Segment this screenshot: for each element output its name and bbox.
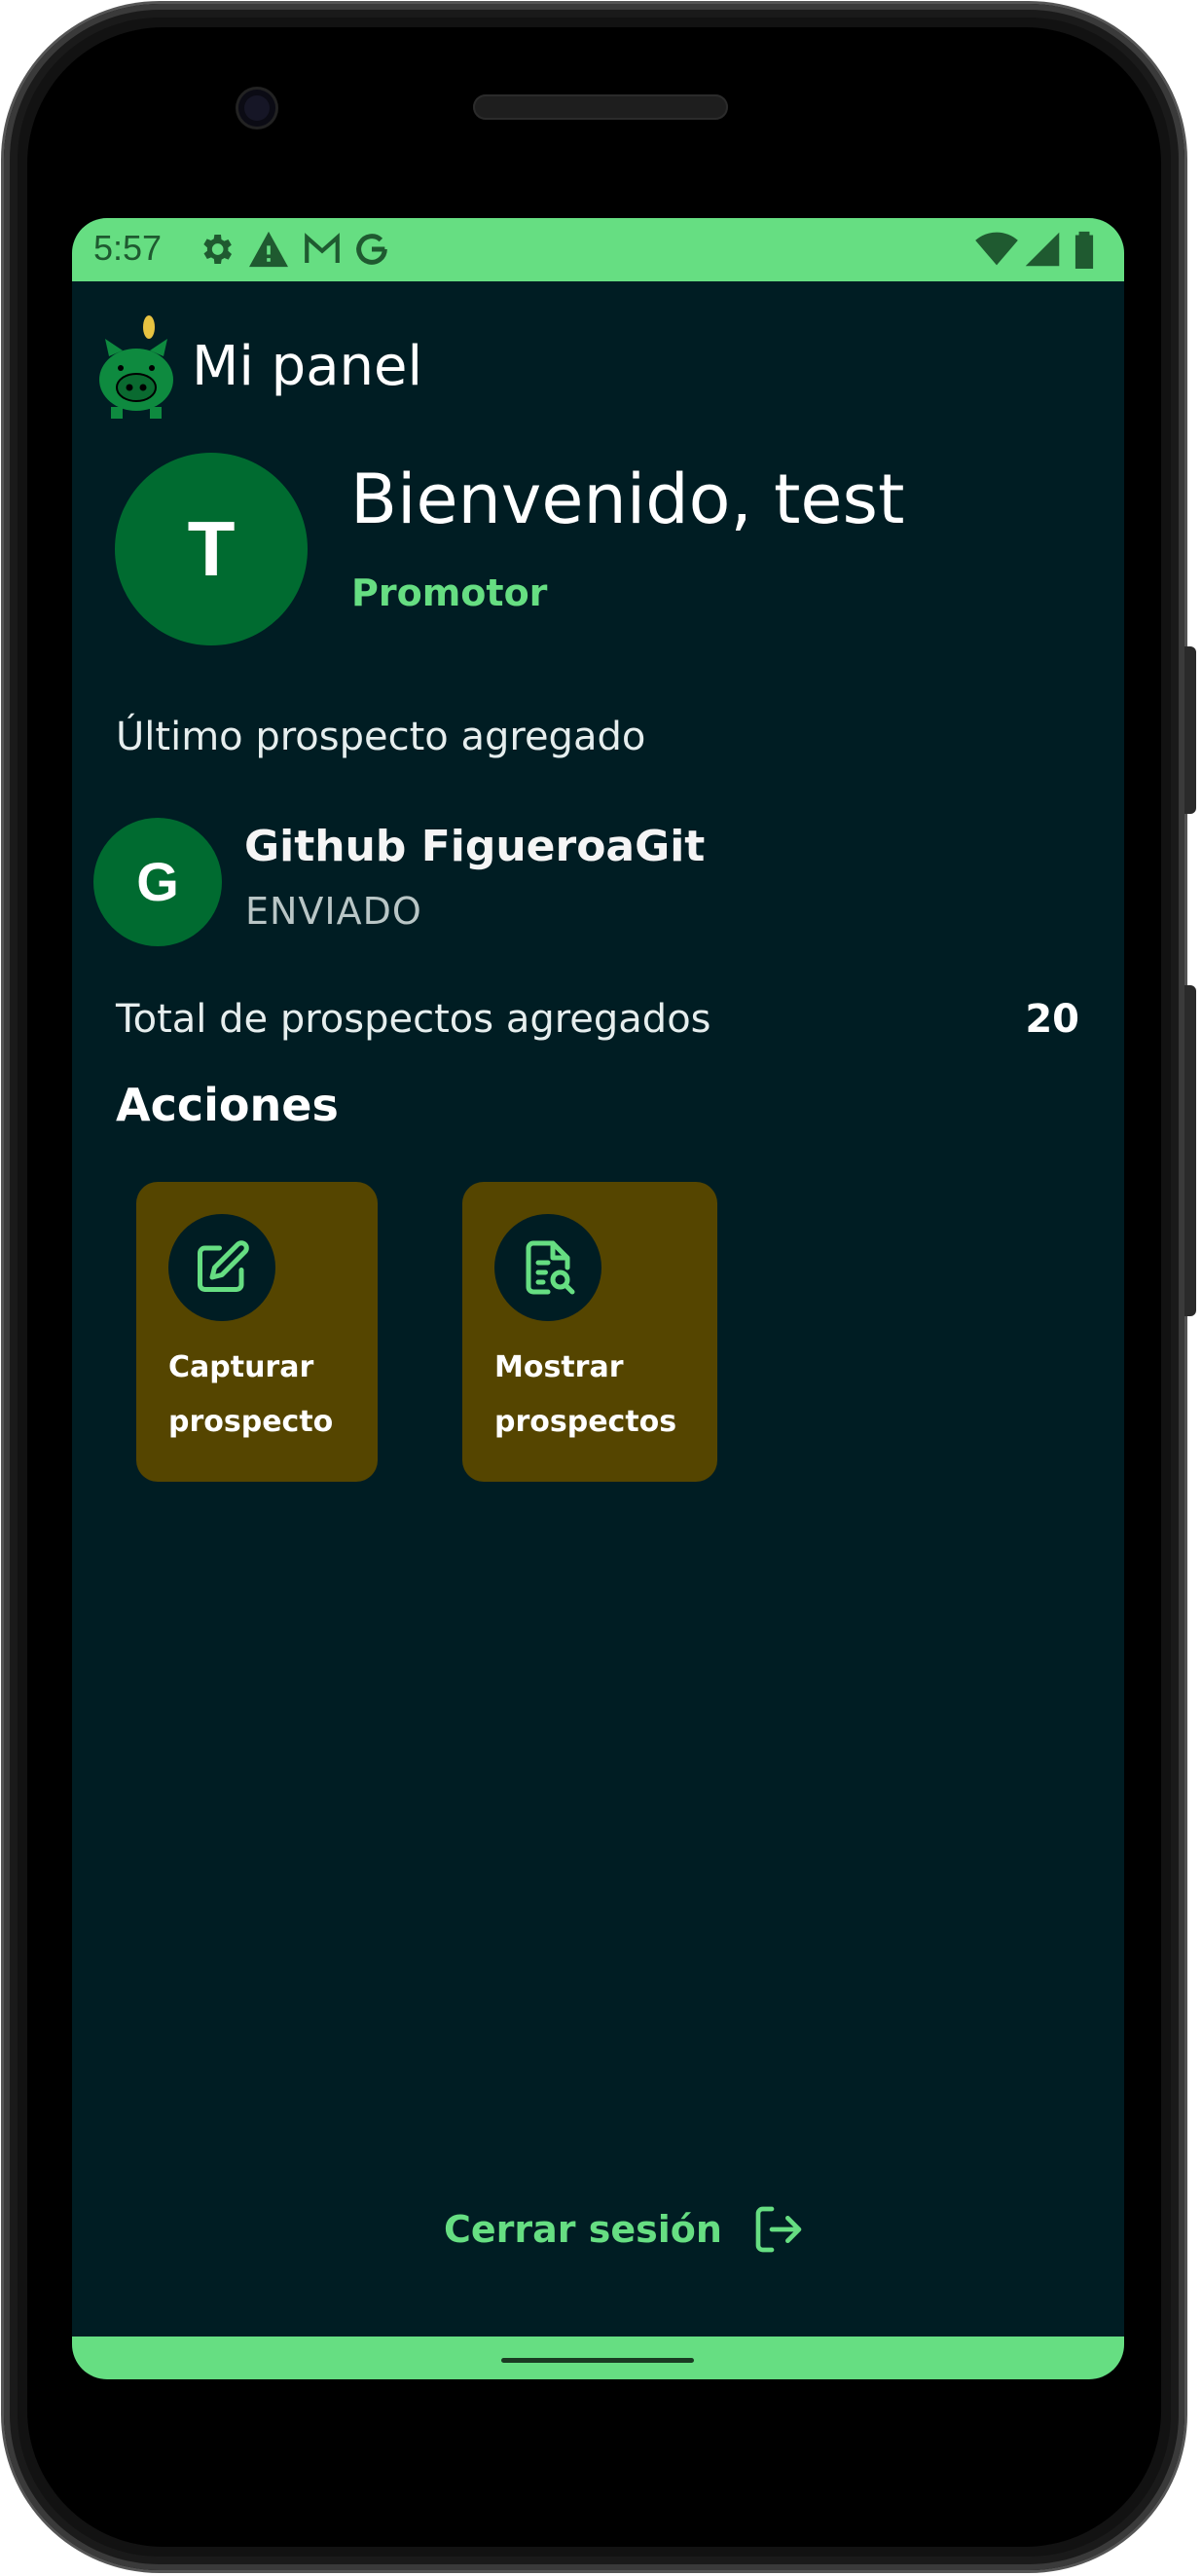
capture-prospect-label-line2: prospecto — [168, 1405, 334, 1439]
edit-icon — [168, 1214, 275, 1321]
welcome-message: Bienvenido, test — [350, 460, 905, 539]
total-prospects-value: 20 — [1025, 997, 1079, 1042]
power-button — [1184, 646, 1196, 814]
show-prospects-label-line2: prospectos — [494, 1405, 677, 1439]
last-prospect-label: Último prospecto agregado — [116, 715, 646, 759]
prospect-status: ENVIADO — [245, 890, 422, 933]
show-prospects-label: Mostrar prospectos — [494, 1341, 699, 1450]
battery-icon — [1073, 230, 1096, 273]
capture-prospect-button[interactable]: Capturar prospecto — [136, 1182, 378, 1482]
show-prospects-button[interactable]: Mostrar prospectos — [462, 1182, 717, 1482]
logout-label: Cerrar sesión — [444, 2208, 722, 2251]
home-gesture-handle[interactable] — [501, 2358, 694, 2363]
front-camera — [238, 90, 275, 127]
phone-frame: 5:57 Mi panel T Bienvenido, test Promoto… — [4, 4, 1184, 2570]
signal-icon — [1024, 230, 1061, 273]
gmail-icon — [302, 230, 343, 273]
piggy-bank-icon — [95, 313, 177, 421]
wifi-icon — [975, 230, 1018, 273]
prospect-name: Github FigueroaGit — [244, 822, 706, 871]
warning-icon — [247, 230, 290, 273]
total-prospects-label: Total de prospectos agregados — [116, 997, 711, 1042]
status-time: 5:57 — [93, 228, 163, 268]
page-title: Mi panel — [192, 335, 423, 398]
logout-icon — [755, 2206, 802, 2253]
status-bar: 5:57 — [72, 218, 1124, 281]
show-prospects-label-line1: Mostrar — [494, 1350, 624, 1384]
user-avatar: T — [115, 453, 308, 645]
capture-prospect-label-line1: Capturar — [168, 1350, 314, 1384]
navigation-bar — [72, 2337, 1124, 2379]
settings-icon — [197, 230, 236, 273]
logout-button[interactable]: Cerrar sesión — [444, 2198, 806, 2261]
actions-heading: Acciones — [116, 1079, 339, 1131]
user-role: Promotor — [351, 571, 548, 614]
capture-prospect-label: Capturar prospecto — [168, 1341, 373, 1450]
document-search-icon — [494, 1214, 601, 1321]
earpiece-speaker — [473, 94, 728, 120]
volume-button — [1184, 985, 1196, 1316]
prospect-avatar: G — [93, 818, 222, 946]
google-icon — [352, 230, 391, 273]
app-screen: 5:57 Mi panel T Bienvenido, test Promoto… — [72, 218, 1124, 2379]
app-header: Mi panel — [72, 313, 1124, 430]
